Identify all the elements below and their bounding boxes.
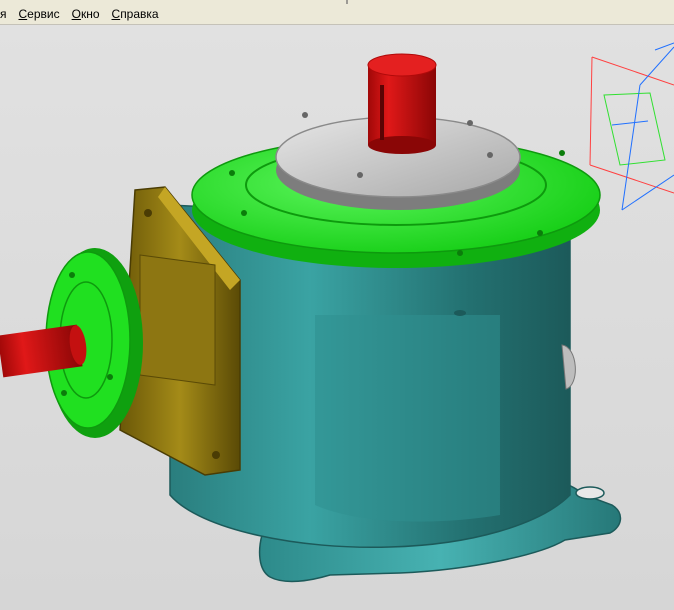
menu-bar: я Сервис Окно Справка — [0, 4, 674, 25]
output-shaft — [367, 53, 437, 154]
menu-item-view[interactable]: я — [0, 5, 13, 24]
coordinate-axes-icon[interactable] — [589, 42, 674, 211]
menu-item-help[interactable]: Справка — [106, 5, 165, 24]
menu-item-window-mnemonic: О — [71, 6, 81, 21]
model-canvas[interactable] — [0, 25, 674, 610]
3d-viewport[interactable] — [0, 25, 674, 610]
menu-item-service-mnemonic: С — [18, 6, 28, 21]
menu-item-service[interactable]: Сервис — [13, 5, 66, 24]
menu-item-help-mnemonic: С — [111, 6, 121, 21]
menu-item-window[interactable]: Окно — [66, 5, 106, 24]
menu-item-window-label: кно — [80, 6, 100, 21]
menu-item-view-label: я — [0, 6, 7, 21]
menu-item-service-label: ервис — [27, 6, 60, 21]
menu-item-help-label: правка — [120, 6, 159, 21]
